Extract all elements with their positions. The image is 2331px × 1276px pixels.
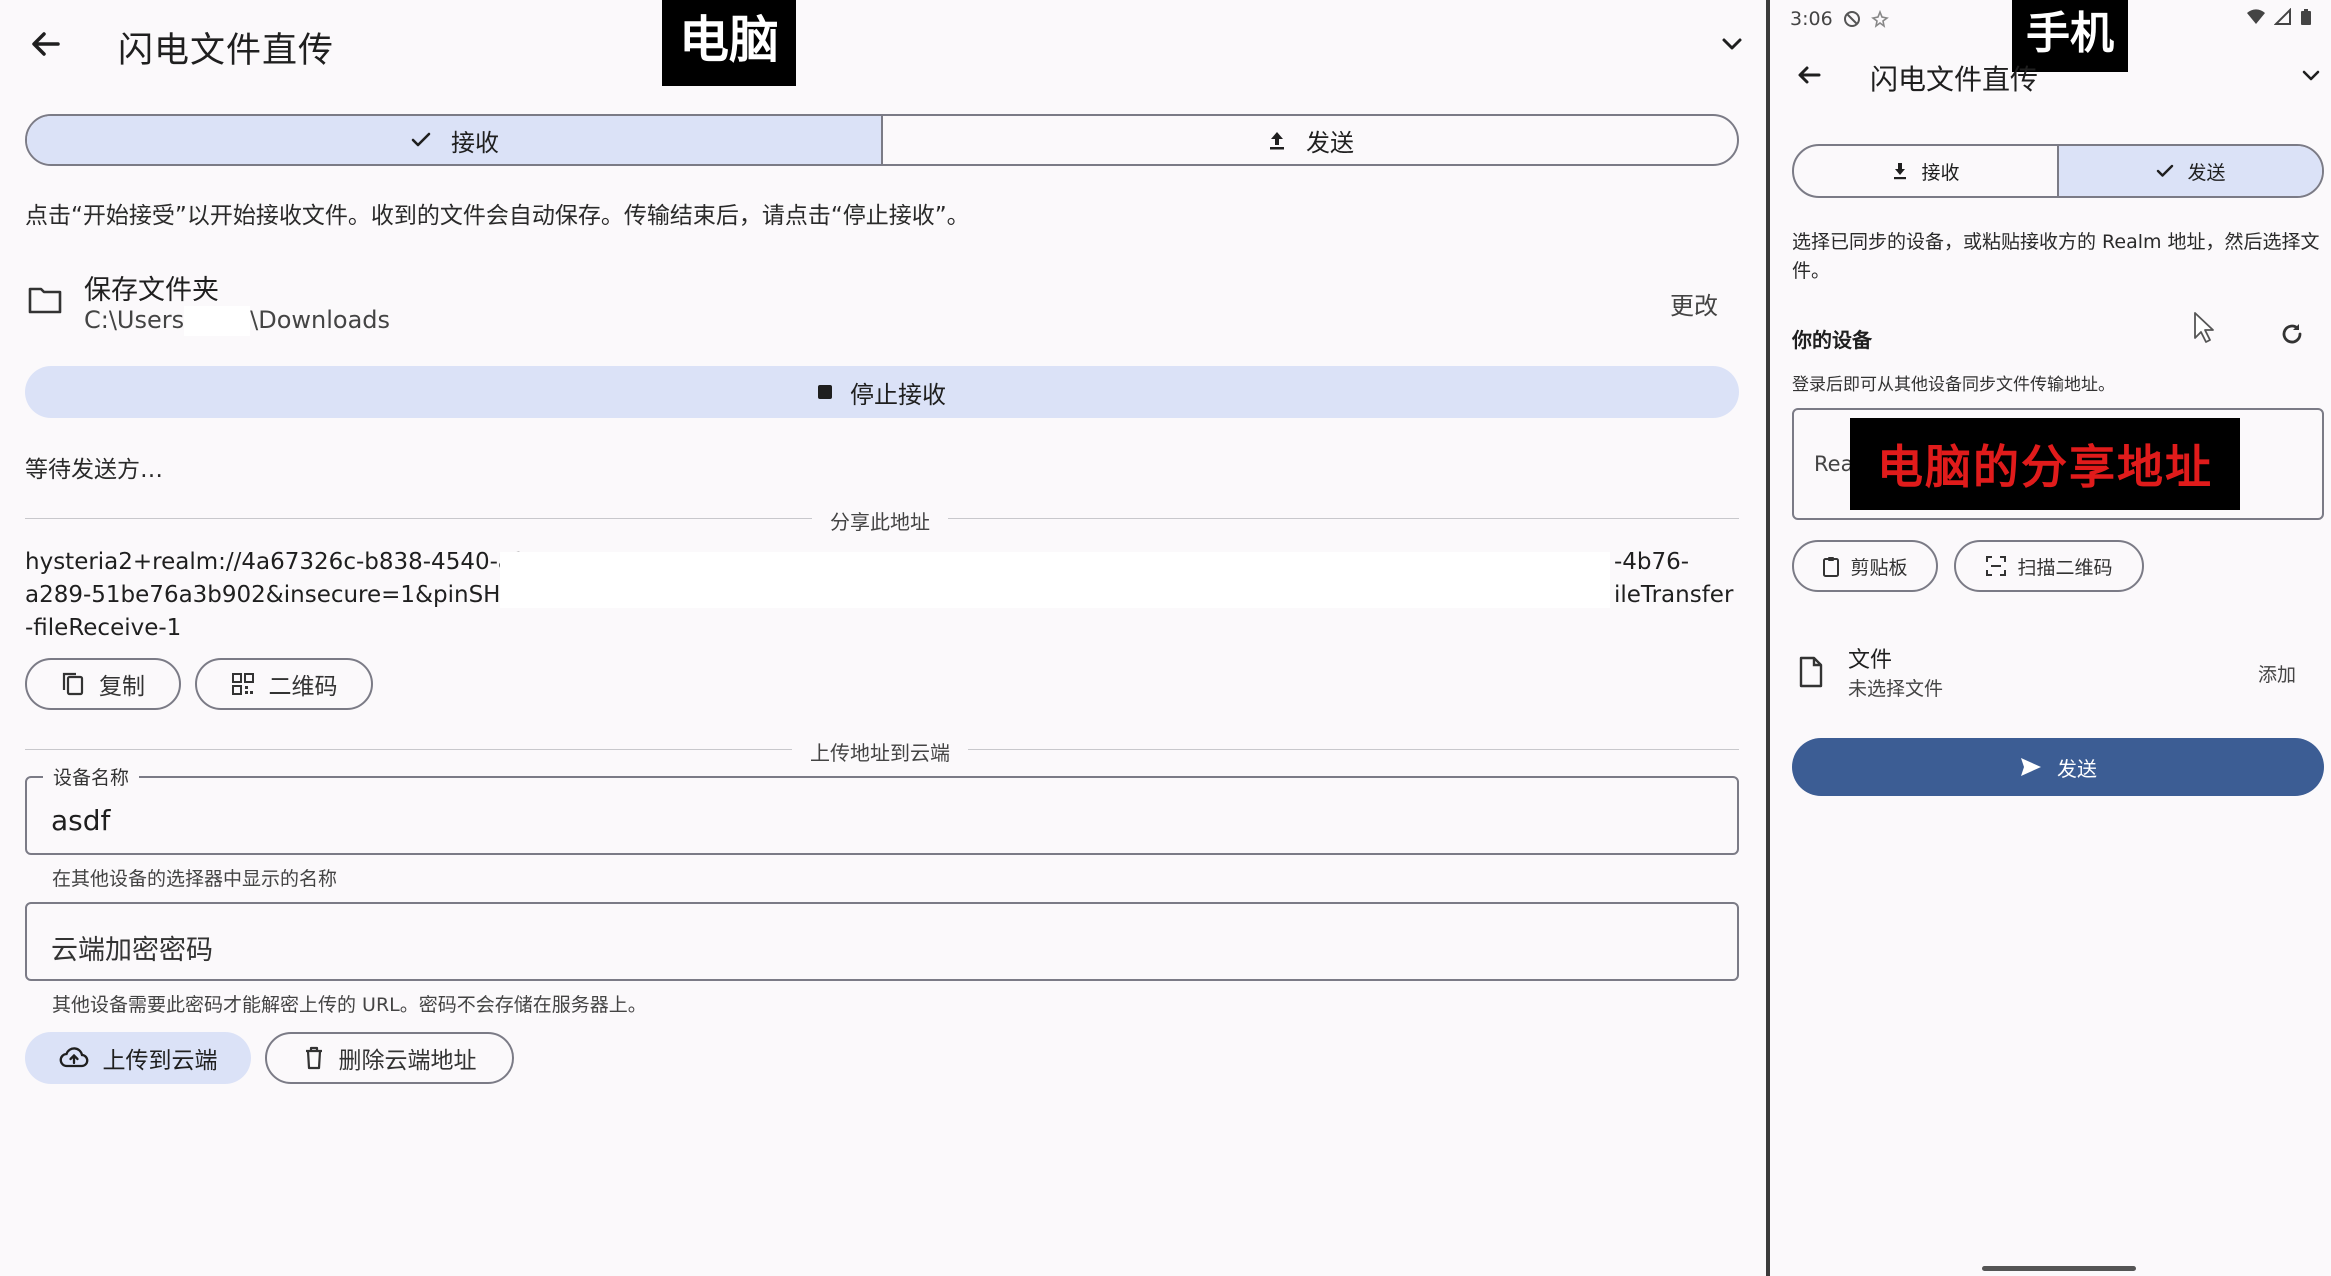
- mode-segmented-control: 接收 发送: [1792, 144, 2324, 198]
- scan-qr-button[interactable]: 扫描二维码: [1954, 540, 2144, 592]
- share-section-label: 分享此地址: [812, 506, 948, 535]
- copy-button[interactable]: 复制: [25, 658, 181, 710]
- tab-receive-label: 接收: [451, 128, 499, 157]
- copy-label: 复制: [99, 674, 145, 700]
- share-url-line1-end: -4b76-: [1614, 549, 1690, 575]
- refresh-icon[interactable]: [2278, 320, 2306, 348]
- qr-code-button[interactable]: 二维码: [195, 658, 373, 710]
- cloud-password-helper: 其他设备需要此密码才能解密上传的 URL。密码不会存储在服务器上。: [52, 994, 647, 1016]
- upload-to-cloud-label: 上传到云端: [102, 1048, 218, 1074]
- mode-segmented-control: 接收 发送: [25, 114, 1739, 166]
- tab-receive[interactable]: 接收: [1794, 146, 2057, 196]
- stop-receive-button[interactable]: 停止接收: [25, 366, 1739, 418]
- home-indicator[interactable]: [1982, 1266, 2136, 1271]
- change-folder-button[interactable]: 更改: [1670, 286, 1718, 321]
- dnd-icon: [1843, 10, 1861, 28]
- tab-send[interactable]: 发送: [883, 116, 1737, 164]
- file-subtitle: 未选择文件: [1848, 678, 1944, 700]
- delete-cloud-address-button[interactable]: 删除云端地址: [265, 1032, 514, 1084]
- tab-send[interactable]: 发送: [2059, 146, 2322, 196]
- device-name-helper: 在其他设备的选择器中显示的名称: [52, 868, 338, 890]
- login-hint: 登录后即可从其他设备同步文件传输地址。: [1792, 375, 2115, 395]
- app-title: 闪电文件直传: [118, 31, 335, 71]
- upload-section-label: 上传地址到云端: [792, 737, 968, 766]
- chevron-down-icon[interactable]: [1718, 30, 1746, 58]
- qr-scan-icon: [1985, 555, 2007, 577]
- tab-send-label: 发送: [2187, 161, 2226, 184]
- send-button[interactable]: 发送: [1792, 738, 2324, 796]
- tab-receive-label: 接收: [1921, 161, 1960, 184]
- status-bar-left: 3:06: [1790, 8, 1889, 30]
- delete-cloud-address-label: 删除云端地址: [338, 1048, 477, 1074]
- device-label-computer: 电脑: [662, 0, 796, 86]
- clipboard-icon: [1822, 555, 1840, 577]
- clipboard-button[interactable]: 剪贴板: [1792, 540, 1938, 592]
- upload-icon: [1266, 129, 1288, 151]
- path-end: \Downloads: [250, 306, 391, 334]
- tab-receive[interactable]: 接收: [27, 116, 881, 164]
- upload-to-cloud-button[interactable]: 上传到云端: [25, 1032, 251, 1084]
- redacted-url-segment: [500, 552, 1610, 608]
- trash-icon: [303, 1046, 325, 1070]
- send-label: 发送: [2057, 756, 2097, 781]
- back-arrow-icon[interactable]: [1794, 60, 1824, 90]
- cloud-password-placeholder: 云端加密密码: [51, 935, 213, 966]
- check-icon: [409, 128, 433, 152]
- computer-share-address-annotation: 电脑的分享地址: [1850, 418, 2240, 510]
- file-icon: [1798, 656, 1824, 688]
- add-file-button[interactable]: 添加: [2258, 660, 2296, 687]
- cloud-password-field[interactable]: 云端加密密码: [25, 902, 1739, 981]
- check-icon: [2155, 161, 2175, 181]
- phone-screen: 3:06 手机 闪电文件直传 接收 发送 选择已同步的设备，或粘贴接收方的 Re…: [1770, 0, 2331, 1276]
- signal-icon: [2274, 8, 2292, 26]
- realm-address-placeholder: Rea: [1814, 452, 1854, 476]
- share-url-line2-end: ileTransfer: [1614, 582, 1734, 608]
- qr-code-icon: [231, 672, 255, 696]
- save-folder-title: 保存文件夹: [84, 275, 219, 306]
- folder-icon: [28, 284, 62, 314]
- app-title: 闪电文件直传: [1870, 63, 2039, 96]
- save-folder-path: C:\Users \Downloads: [84, 306, 390, 336]
- file-title: 文件: [1848, 648, 1893, 673]
- clipboard-label: 剪贴板: [1850, 556, 1908, 579]
- stop-icon: [818, 385, 832, 399]
- wifi-icon: [2246, 8, 2266, 26]
- share-url-right: -4b76- ileTransfer: [1614, 546, 1733, 612]
- stop-receive-label: 停止接收: [850, 380, 946, 409]
- share-url-line3: -fileReceive-1: [25, 615, 182, 641]
- download-icon: [1891, 161, 1909, 181]
- copy-icon: [61, 671, 85, 697]
- path-start: C:\Users: [84, 306, 185, 334]
- desktop-window: 闪电文件直传 电脑 接收 发送 点击“开始接受”以开始接收文件。收到的文件会自动…: [0, 0, 1766, 1276]
- tab-send-label: 发送: [1306, 128, 1354, 157]
- cloud-upload-icon: [59, 1046, 89, 1070]
- chevron-down-icon[interactable]: [2300, 64, 2322, 86]
- send-instruction: 选择已同步的设备，或粘贴接收方的 Realm 地址，然后选择文件。: [1792, 231, 2320, 282]
- status-time: 3:06: [1790, 8, 1833, 30]
- send-icon: [2019, 756, 2043, 778]
- battery-icon: [2300, 8, 2312, 26]
- redacted-username: [184, 306, 251, 336]
- status-bar-right: [2246, 8, 2312, 26]
- notification-icon: [1870, 10, 1889, 28]
- qr-code-label: 二维码: [268, 674, 338, 700]
- receive-instruction: 点击“开始接受”以开始接收文件。收到的文件会自动保存。传输结束后，请点击“停止接…: [25, 203, 970, 229]
- device-name-field[interactable]: 设备名称 asdf: [25, 763, 1739, 855]
- waiting-status: 等待发送方…: [25, 457, 163, 483]
- back-arrow-icon[interactable]: [26, 24, 66, 64]
- scan-qr-label: 扫描二维码: [2017, 556, 2113, 579]
- mouse-cursor-icon: [2192, 310, 2218, 346]
- device-name-label: 设备名称: [43, 763, 140, 790]
- device-name-value[interactable]: asdf: [51, 804, 110, 837]
- your-devices-title: 你的设备: [1792, 328, 1872, 352]
